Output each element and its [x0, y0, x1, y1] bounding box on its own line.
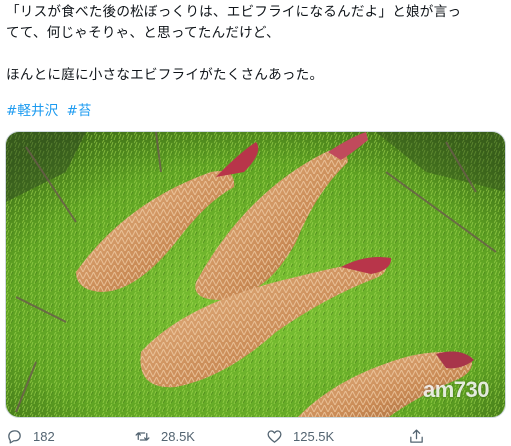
like-button[interactable]: 125.5K	[266, 428, 334, 445]
share-icon	[410, 429, 423, 443]
hashtags: #軽井沢 #苔	[6, 99, 95, 119]
tweet-text: 「リスが食べた後の松ぼっくりは、エビフライになるんだよ」と娘が言っ てて、何じゃ…	[6, 2, 506, 86]
retweet-button[interactable]: 28.5K	[134, 428, 195, 445]
hashtag-moss[interactable]: #苔	[67, 103, 92, 119]
moss-pinecone-photo	[6, 132, 505, 417]
retweet-icon	[135, 432, 150, 441]
retweet-count: 28.5K	[161, 429, 195, 444]
watermark: am730	[422, 377, 490, 402]
tweet-line-2: てて、何じゃそりゃ、と思ってたんだけど、	[6, 25, 280, 41]
reply-button[interactable]: 182	[6, 428, 55, 445]
hashtag-karuizawa[interactable]: #軽井沢	[6, 103, 58, 119]
like-count: 125.5K	[293, 429, 335, 444]
reply-count: 182	[33, 429, 55, 444]
share-button[interactable]	[408, 428, 425, 445]
tweet-photo[interactable]: am730	[5, 131, 506, 418]
reply-icon	[8, 430, 21, 444]
tweet-line-3: ほんとに庭に小さなエビフライがたくさんあった。	[6, 67, 324, 83]
tweet-line-1: 「リスが食べた後の松ぼっくりは、エビフライになるんだよ」と娘が言っ	[6, 4, 462, 20]
tweet-actions: 182 28.5K 125.5K	[0, 426, 511, 446]
like-icon	[267, 430, 282, 443]
